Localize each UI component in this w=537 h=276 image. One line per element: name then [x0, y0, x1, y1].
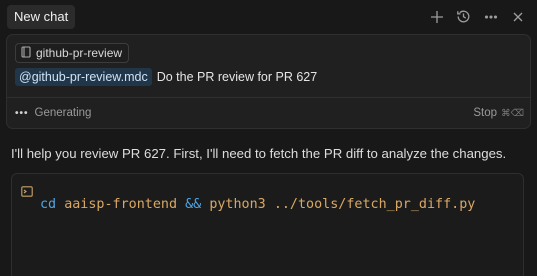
- generation-status: ••• Generating Stop ⌘⌫: [15, 105, 524, 121]
- loading-dots-icon: •••: [15, 107, 29, 119]
- command-argument: aaisp-frontend: [64, 197, 178, 212]
- tab-new-chat[interactable]: New chat: [7, 4, 76, 29]
- close-icon[interactable]: [509, 8, 526, 25]
- stop-shortcut: ⌘⌫: [501, 107, 524, 119]
- terminal-icon: [21, 184, 33, 202]
- rule-context-chip[interactable]: github-pr-review: [15, 43, 130, 63]
- terminal-command-block: cd aaisp-frontend && python3 ../tools/fe…: [11, 173, 524, 276]
- user-prompt-card: github-pr-review @github-pr-review.mdc D…: [6, 34, 531, 129]
- header-actions: [428, 8, 530, 25]
- command-keyword: python3: [209, 197, 266, 212]
- command-keyword: cd: [40, 197, 57, 212]
- more-icon[interactable]: [482, 8, 499, 25]
- file-icon: [21, 45, 31, 61]
- file-mention[interactable]: @github-pr-review.mdc: [15, 68, 152, 86]
- command-text: cd aaisp-frontend && python3 ../tools/fe…: [40, 189, 510, 221]
- prompt-text-line: @github-pr-review.mdc Do the PR review f…: [15, 67, 317, 87]
- divider: [7, 97, 530, 98]
- command-operator: &&: [185, 197, 202, 212]
- status-label: Generating: [34, 107, 92, 119]
- history-icon[interactable]: [455, 8, 472, 25]
- chat-header: New chat: [0, 0, 537, 33]
- stop-button[interactable]: Stop ⌘⌫: [473, 107, 524, 119]
- assistant-message: I'll help you review PR 627. First, I'll…: [11, 146, 507, 161]
- prompt-text: Do the PR review for PR 627: [156, 70, 318, 84]
- rule-chip-label: github-pr-review: [36, 46, 123, 60]
- plus-icon[interactable]: [428, 8, 445, 25]
- stop-label: Stop: [473, 107, 498, 119]
- command-path: ../tools/fetch_pr_diff.py: [273, 197, 476, 212]
